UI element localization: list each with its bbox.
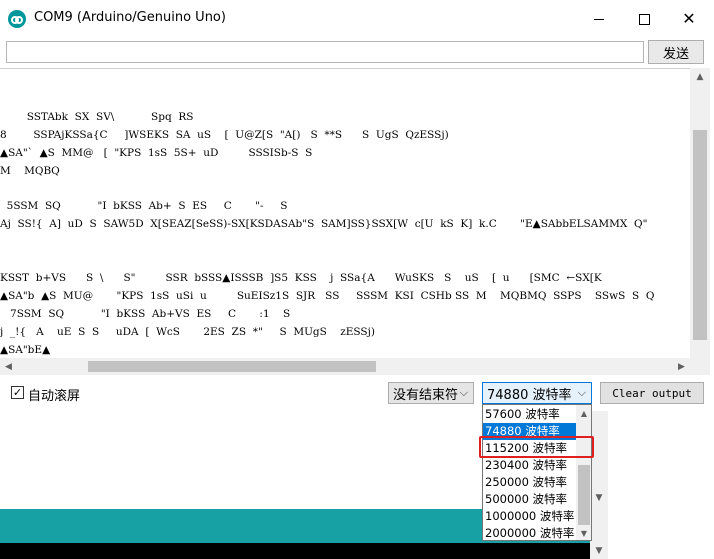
output-line: ▲SA"b ▲S MU@ "KPS 1sS uSi u SuEISz1S SJR… bbox=[0, 289, 655, 302]
output-vertical-scrollbar[interactable]: ▲ bbox=[690, 68, 710, 358]
output-line: ▲SA"` ▲S MM@ [ "KPS 1sS 5S+ uD SSSISb-S … bbox=[0, 146, 313, 159]
highlight-annotation bbox=[479, 436, 594, 458]
output-line: 7SSM SQ "I bKSS Ab+VS ES C :1 S bbox=[0, 307, 291, 320]
send-input[interactable] bbox=[6, 41, 644, 63]
controls-bar: ✓ 自动滚屏 没有结束符 ⌵ 74880 波特率 ⌵ Clear output bbox=[0, 375, 714, 411]
close-button[interactable]: ✕ bbox=[666, 0, 712, 38]
output-horizontal-scrollbar[interactable]: ◀ ▶ bbox=[0, 358, 710, 375]
scroll-left-icon[interactable]: ◀ bbox=[0, 358, 17, 375]
line-ending-value: 没有结束符 bbox=[393, 387, 459, 403]
arduino-icon bbox=[8, 10, 26, 28]
output-line: M MQBQ bbox=[0, 164, 60, 177]
dropdown-option[interactable]: 500000 波特率 bbox=[483, 491, 577, 508]
title-bar: COM9 (Arduino/Genuino Uno) ✕ bbox=[0, 0, 714, 38]
maximize-button[interactable] bbox=[621, 0, 667, 38]
chevron-down-icon: ⌵ bbox=[577, 386, 586, 399]
line-ending-select[interactable]: 没有结束符 ⌵ bbox=[388, 382, 474, 404]
dropdown-option[interactable]: 230400 波特率 bbox=[483, 457, 577, 474]
chevron-down-icon: ⌵ bbox=[459, 386, 468, 399]
clear-output-button[interactable]: Clear output bbox=[600, 382, 704, 404]
scroll-down-icon[interactable]: ▼ bbox=[590, 543, 608, 559]
scroll-right-icon[interactable]: ▶ bbox=[673, 358, 690, 375]
dropdown-option[interactable]: 57600 波特率 bbox=[483, 406, 577, 423]
dropdown-option[interactable]: 1000000 波特率 bbox=[483, 508, 577, 525]
close-icon: ✕ bbox=[682, 9, 696, 28]
minimize-button[interactable] bbox=[576, 0, 622, 38]
dropdown-scroll-thumb[interactable] bbox=[578, 465, 590, 525]
scroll-down-icon[interactable]: ▼ bbox=[576, 526, 591, 540]
horizontal-scroll-thumb[interactable] bbox=[88, 361, 376, 372]
dropdown-scrollbar[interactable]: ▲ ▼ bbox=[576, 405, 591, 540]
baud-rate-value: 74880 波特率 bbox=[487, 387, 572, 403]
send-button[interactable]: 发送 bbox=[648, 40, 704, 64]
dropdown-option[interactable]: 250000 波特率 bbox=[483, 474, 577, 491]
scroll-up-icon[interactable]: ▲ bbox=[576, 406, 591, 420]
output-line: KSST b+VS S \ S" SSR bSSS▲ISSSB ]S5 KSS … bbox=[0, 272, 602, 285]
output-line: SSTAbk SX SV\ Spq RS bbox=[0, 110, 194, 123]
baud-rate-select[interactable]: 74880 波特率 ⌵ bbox=[482, 382, 592, 404]
scroll-down-icon[interactable]: ▼ bbox=[590, 489, 608, 506]
minimize-icon bbox=[594, 18, 604, 20]
autoscroll-label: 自动滚屏 bbox=[28, 389, 81, 404]
autoscroll-checkbox[interactable]: ✓ bbox=[11, 386, 24, 399]
console-bar bbox=[0, 543, 590, 559]
vertical-scroll-thumb[interactable] bbox=[693, 130, 707, 340]
output-line: j _!{ A uE S S uDA [ WcS 2ES ZS *" S MUg… bbox=[0, 325, 375, 338]
window-title: COM9 (Arduino/Genuino Uno) bbox=[34, 10, 226, 25]
scroll-up-icon[interactable]: ▲ bbox=[690, 68, 710, 85]
editor-scrollbar[interactable]: ▼ bbox=[590, 411, 608, 543]
output-line: ▲SA"bE▲ bbox=[0, 343, 51, 356]
dropdown-option[interactable]: 2000000 波特率 bbox=[483, 525, 577, 540]
output-line: 8 SSPAjKSSa{C ]WSEKS SA uS [ U@Z[S "A[) … bbox=[0, 128, 449, 141]
serial-output[interactable]: SSTAbk SX SV\ Spq RS 8 SSPAjKSSa{C ]WSEKS… bbox=[0, 68, 690, 358]
baud-rate-dropdown[interactable]: 2000000 波特率 1000000 波特率 500000 波特率 250000 波… bbox=[482, 404, 592, 541]
send-row: 发送 bbox=[0, 38, 714, 68]
output-line: 5SSM SQ "I bKSS Ab+ S ES C "- S bbox=[0, 200, 288, 213]
output-line: Aj SS!{ A] uD S SAW5D X[SEAZ[SeSS)-SX[KS… bbox=[0, 218, 648, 231]
maximize-icon bbox=[638, 13, 650, 25]
serial-output-text: SSTAbk SX SV\ Spq RS 8 SSPAjKSSa{C ]WSEKS… bbox=[0, 91, 654, 358]
